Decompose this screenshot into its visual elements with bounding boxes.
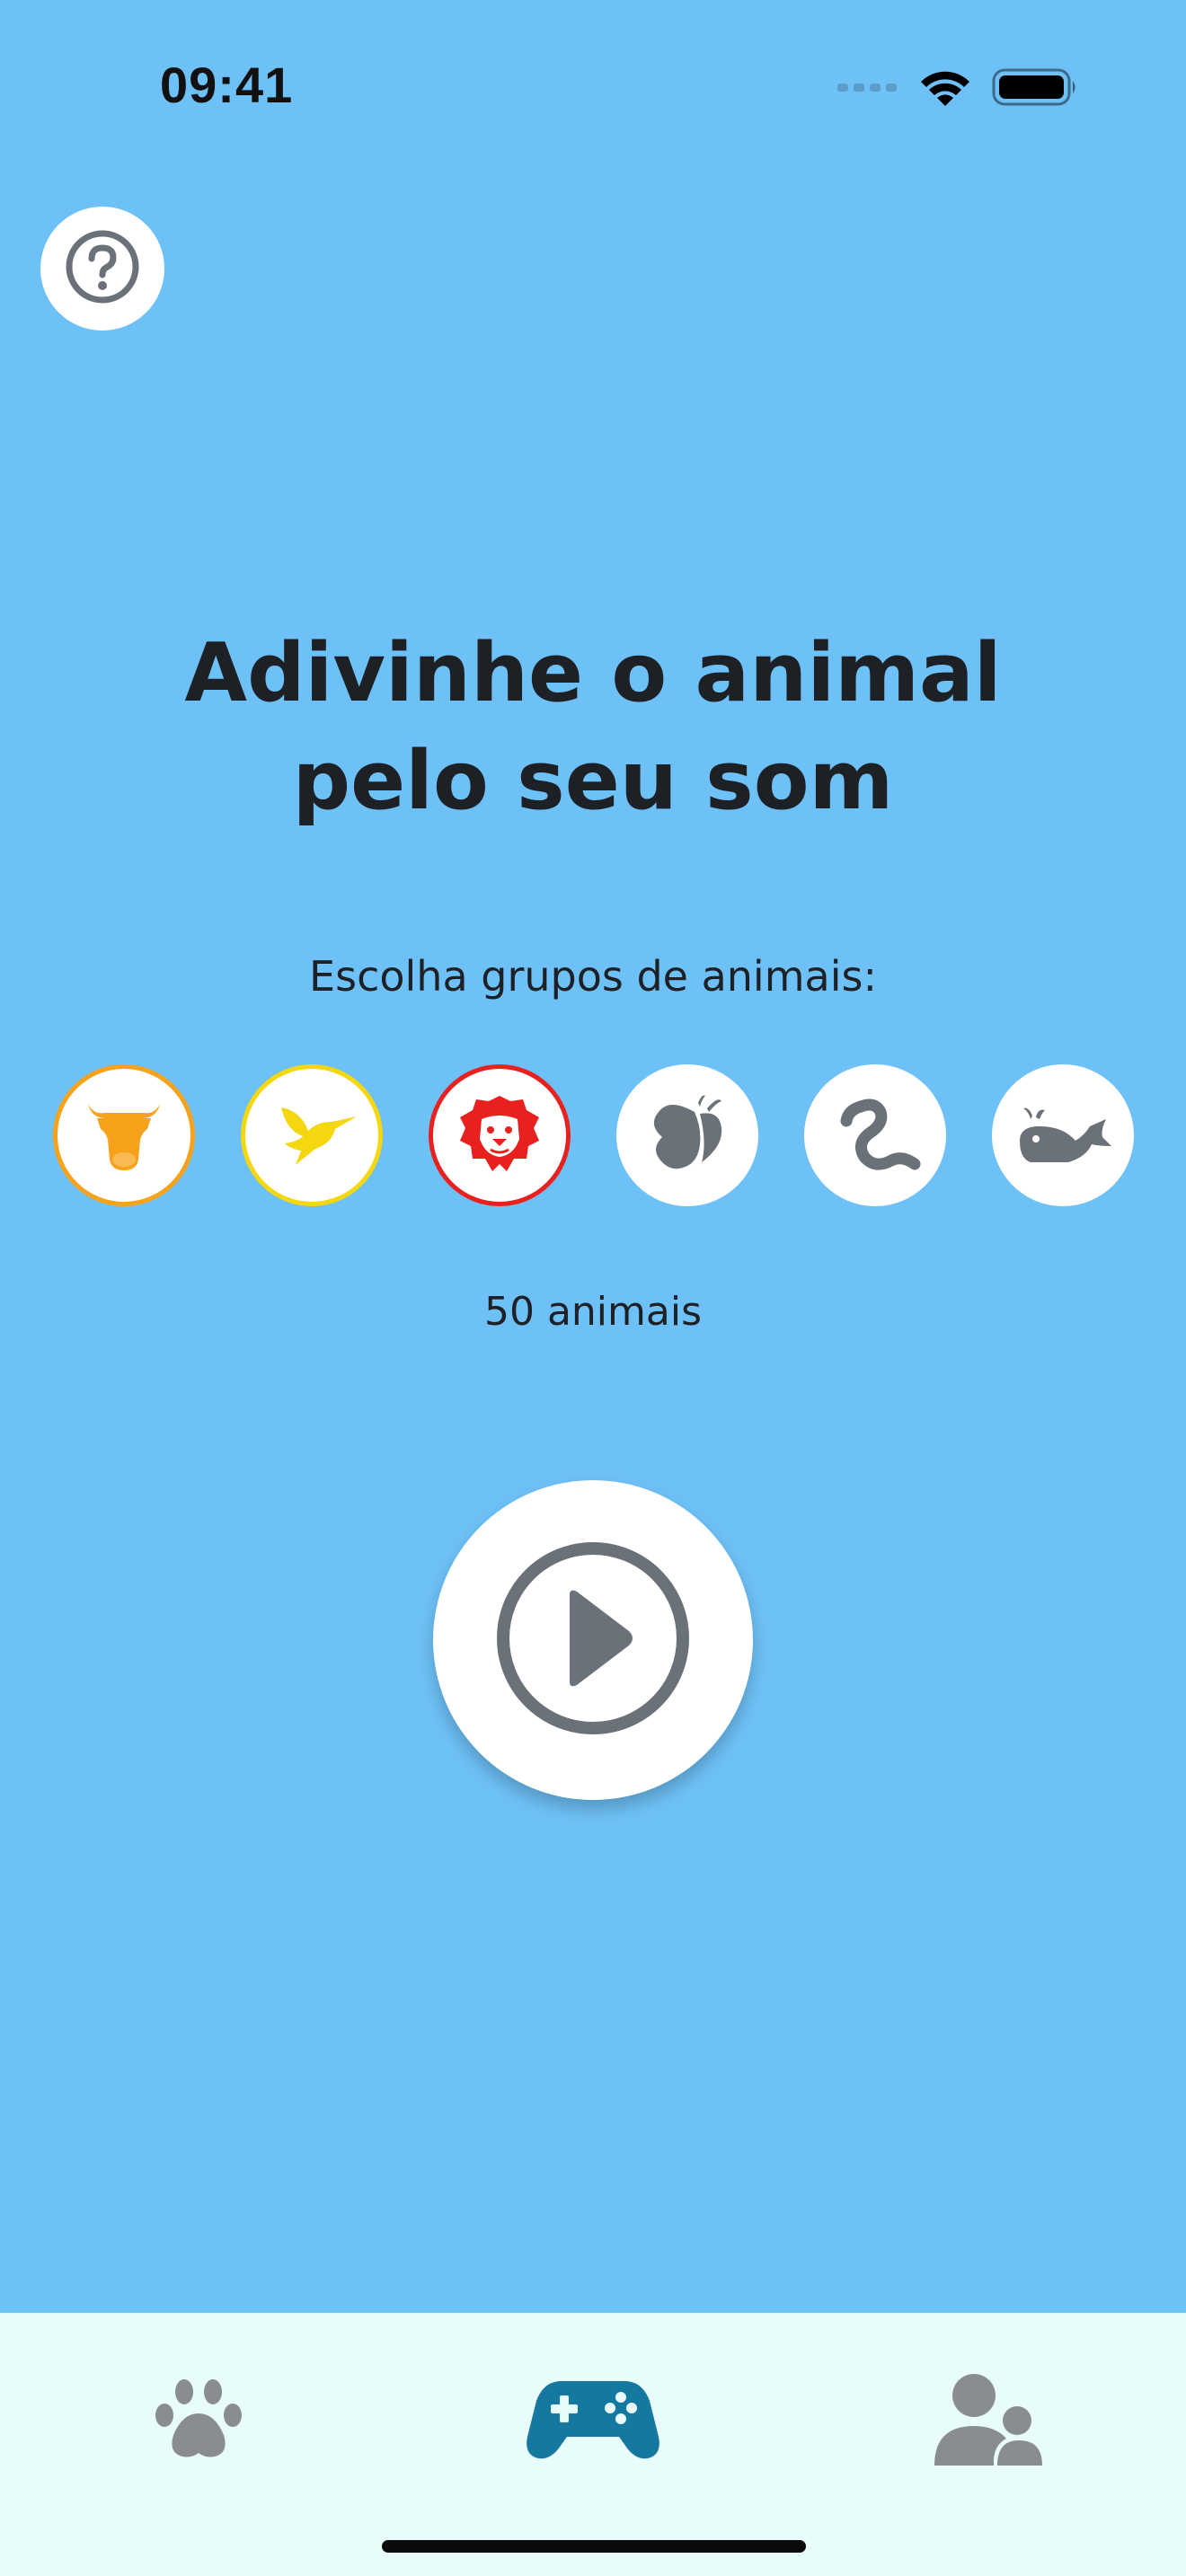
animal-count: 50 animais [483,1289,703,1335]
status-icons [837,63,1078,111]
group-insects-button[interactable] [616,1064,758,1206]
hummingbird-icon [265,1095,358,1176]
group-reptiles-button[interactable] [804,1064,946,1206]
tab-game[interactable] [503,2349,683,2492]
tab-profile[interactable] [898,2349,1078,2492]
tab-bar [0,2313,1186,2576]
title-line-2: pelo seu som [292,734,894,828]
animal-groups [0,1064,1186,1206]
battery-icon [992,66,1078,108]
page-title: Adivinhe o animal pelo seu som [0,620,1186,835]
users-icon [933,2370,1044,2471]
whale-icon [1013,1099,1113,1171]
group-birds-button[interactable] [241,1064,383,1206]
tab-animals[interactable] [109,2349,288,2492]
title-line-1: Adivinhe o animal [184,626,1002,720]
home-indicator [382,2540,806,2553]
snake-icon [828,1094,922,1177]
gamepad-icon [526,2378,660,2464]
group-farm-button[interactable] [53,1064,195,1206]
paw-icon [152,2372,245,2469]
wifi-icon [918,66,972,108]
play-button[interactable] [433,1480,753,1800]
game-screen: 09:41 Adivinhe o animal pelo seu som Esc… [0,0,1186,2576]
group-wild-button[interactable] [429,1064,571,1206]
help-button[interactable] [40,207,164,331]
cellular-signal-icon [837,81,898,93]
play-circle-icon [494,1539,692,1741]
groups-prompt: Escolha grupos de animais: [309,952,877,1001]
group-marine-button[interactable] [992,1064,1134,1206]
question-circle-icon [64,228,141,309]
status-time: 09:41 [160,57,294,113]
cow-icon [79,1095,169,1176]
lion-icon [455,1092,544,1178]
butterfly-icon [642,1092,732,1178]
